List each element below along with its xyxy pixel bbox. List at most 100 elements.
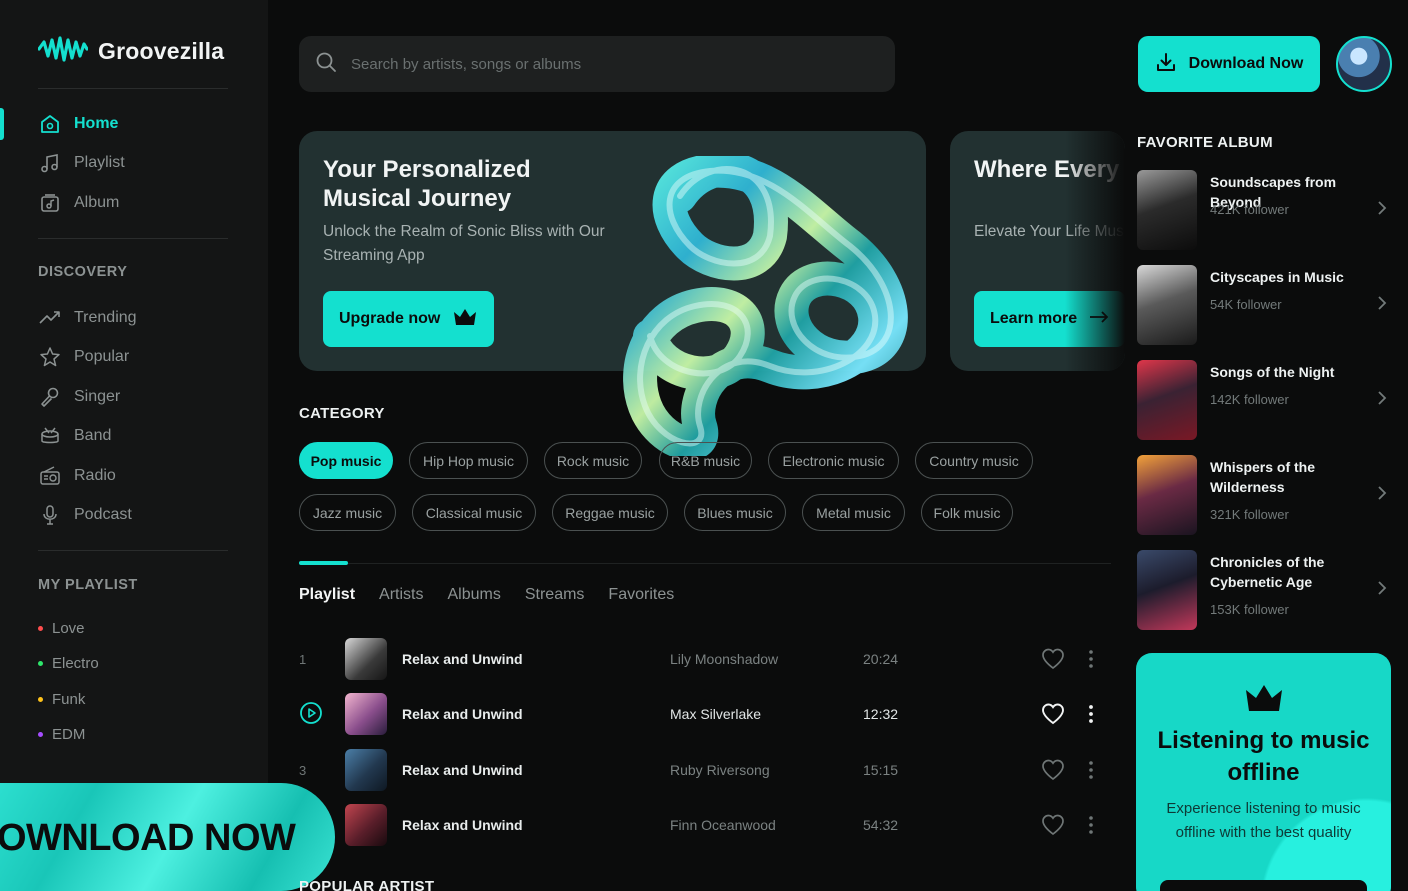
- track-duration: 15:15: [863, 762, 899, 778]
- tab-streams[interactable]: Streams: [525, 586, 585, 604]
- download-label: Download Now: [1188, 55, 1304, 72]
- radio-icon: [38, 464, 62, 488]
- track-cover: [345, 749, 387, 791]
- track-duration: 54:32: [863, 817, 899, 833]
- chip-hip-hop-music[interactable]: Hip Hop music: [409, 442, 528, 479]
- chip-reggae-music[interactable]: Reggae music: [552, 494, 668, 531]
- chip-electronic-music[interactable]: Electronic music: [768, 442, 899, 479]
- band-icon: [38, 424, 62, 448]
- nav-label: Popular: [74, 348, 130, 365]
- nav-podcast[interactable]: Podcast: [38, 503, 132, 527]
- home-icon: [38, 112, 62, 136]
- hero-subtitle: Unlock the Realm of Sonic Bliss with Our…: [323, 223, 605, 264]
- app-name: Groovezilla: [98, 38, 225, 64]
- singer-icon: [38, 385, 62, 409]
- chip-rock-music[interactable]: Rock music: [544, 442, 642, 479]
- app-logo[interactable]: Groovezilla: [37, 36, 225, 67]
- content-tabs: Playlist Artists Albums Streams Favorite…: [299, 586, 674, 604]
- more-options-icon[interactable]: [1081, 816, 1101, 834]
- nav-album[interactable]: Album: [38, 191, 119, 215]
- more-options-icon[interactable]: [1081, 650, 1101, 668]
- album-item[interactable]: Soundscapes from Beyond 421K follower: [1137, 170, 1392, 250]
- search-input[interactable]: [351, 55, 851, 73]
- chevron-right-icon[interactable]: [1377, 200, 1387, 221]
- tab-playlist[interactable]: Playlist: [299, 586, 355, 604]
- color-dot: [38, 697, 43, 702]
- album-item[interactable]: Cityscapes in Music 54K follower: [1137, 265, 1392, 345]
- track-row[interactable]: Relax and Unwind Finn Oceanwood 54:32: [299, 803, 1111, 847]
- holographic-torus-illustration: [623, 156, 908, 456]
- playlist-label: Electro: [52, 655, 99, 672]
- tab-artists[interactable]: Artists: [379, 586, 423, 604]
- crown-icon: [452, 307, 478, 332]
- download-promo-banner[interactable]: DOWNLOAD NOW: [0, 783, 335, 891]
- chip-rnb-music[interactable]: R&B music: [659, 442, 752, 479]
- chevron-right-icon[interactable]: [1377, 485, 1387, 506]
- search-icon: [315, 51, 337, 78]
- chip-classical-music[interactable]: Classical music: [412, 494, 536, 531]
- album-item[interactable]: Chronicles of the Cybernetic Age 153K fo…: [1137, 550, 1392, 630]
- discovery-heading: DISCOVERY: [38, 264, 128, 280]
- playlist-item-love[interactable]: Love: [38, 620, 85, 637]
- playlist-item-electro[interactable]: Electro: [38, 655, 99, 672]
- heart-icon[interactable]: [1041, 814, 1081, 836]
- heart-icon[interactable]: [1041, 759, 1081, 781]
- playlist-item-edm[interactable]: EDM: [38, 726, 85, 743]
- chip-blues-music[interactable]: Blues music: [684, 494, 786, 531]
- more-options-icon[interactable]: [1081, 761, 1101, 779]
- nav-radio[interactable]: Radio: [38, 464, 116, 488]
- chip-jazz-music[interactable]: Jazz music: [299, 494, 396, 531]
- hero-title: Your Personalized Musical Journey: [323, 156, 531, 212]
- chip-country-music[interactable]: Country music: [915, 442, 1033, 479]
- nav-trending[interactable]: Trending: [38, 306, 137, 330]
- divider: [38, 550, 228, 551]
- nav-popular[interactable]: Popular: [38, 345, 129, 369]
- favorite-album-heading: FAVORITE ALBUM: [1137, 134, 1273, 151]
- active-tab-indicator: [299, 561, 348, 565]
- track-row[interactable]: 3 Relax and Unwind Ruby Riversong 15:15: [299, 748, 1111, 792]
- album-item[interactable]: Whispers of the Wilderness 321K follower: [1137, 455, 1392, 535]
- my-playlist-heading: MY PLAYLIST: [38, 577, 138, 593]
- nav-singer[interactable]: Singer: [38, 385, 120, 409]
- track-cover: [345, 638, 387, 680]
- chip-folk-music[interactable]: Folk music: [921, 494, 1013, 531]
- nav-label: Trending: [74, 309, 137, 326]
- user-avatar[interactable]: [1336, 36, 1392, 92]
- track-artist: Lily Moonshadow: [670, 651, 779, 667]
- chevron-right-icon[interactable]: [1377, 295, 1387, 316]
- tabs-divider: [299, 563, 1111, 564]
- more-options-icon[interactable]: [1081, 705, 1101, 723]
- color-dot: [38, 626, 43, 631]
- track-artist: Finn Oceanwood: [670, 817, 776, 833]
- chip-pop-music[interactable]: Pop music: [299, 442, 393, 479]
- tab-favorites[interactable]: Favorites: [608, 586, 674, 604]
- album-item[interactable]: Songs of the Night 142K follower: [1137, 360, 1392, 440]
- heart-icon[interactable]: [1041, 703, 1081, 725]
- album-icon: [38, 191, 62, 215]
- heart-icon[interactable]: [1041, 648, 1081, 670]
- search-bar[interactable]: [299, 36, 895, 92]
- track-title: Relax and Unwind: [402, 706, 523, 722]
- nav-home[interactable]: Home: [38, 112, 118, 136]
- play-icon[interactable]: [299, 701, 345, 728]
- track-artist: Ruby Riversong: [670, 762, 770, 778]
- chip-metal-music[interactable]: Metal music: [802, 494, 905, 531]
- nav-label: Band: [74, 427, 112, 444]
- nav-label: Playlist: [74, 154, 125, 171]
- chevron-right-icon[interactable]: [1377, 580, 1387, 601]
- download-now-button[interactable]: Download Now: [1138, 36, 1320, 92]
- playlist-label: Funk: [52, 691, 86, 708]
- track-row[interactable]: 1 Relax and Unwind Lily Moonshadow 20:24: [299, 637, 1111, 681]
- tab-albums[interactable]: Albums: [447, 586, 500, 604]
- nav-label: Album: [74, 194, 120, 211]
- track-row-playing[interactable]: Relax and Unwind Max Silverlake 12:32: [299, 692, 1111, 736]
- nav-playlist[interactable]: Playlist: [38, 151, 125, 175]
- playlist-item-funk[interactable]: Funk: [38, 691, 85, 708]
- carousel-fade: [1065, 131, 1125, 371]
- nav-band[interactable]: Band: [38, 424, 111, 448]
- nav-label: Home: [74, 115, 119, 132]
- album-cover: [1137, 550, 1197, 630]
- offline-card-button[interactable]: [1160, 880, 1367, 891]
- chevron-right-icon[interactable]: [1377, 390, 1387, 411]
- upgrade-now-button[interactable]: Upgrade now: [323, 291, 495, 347]
